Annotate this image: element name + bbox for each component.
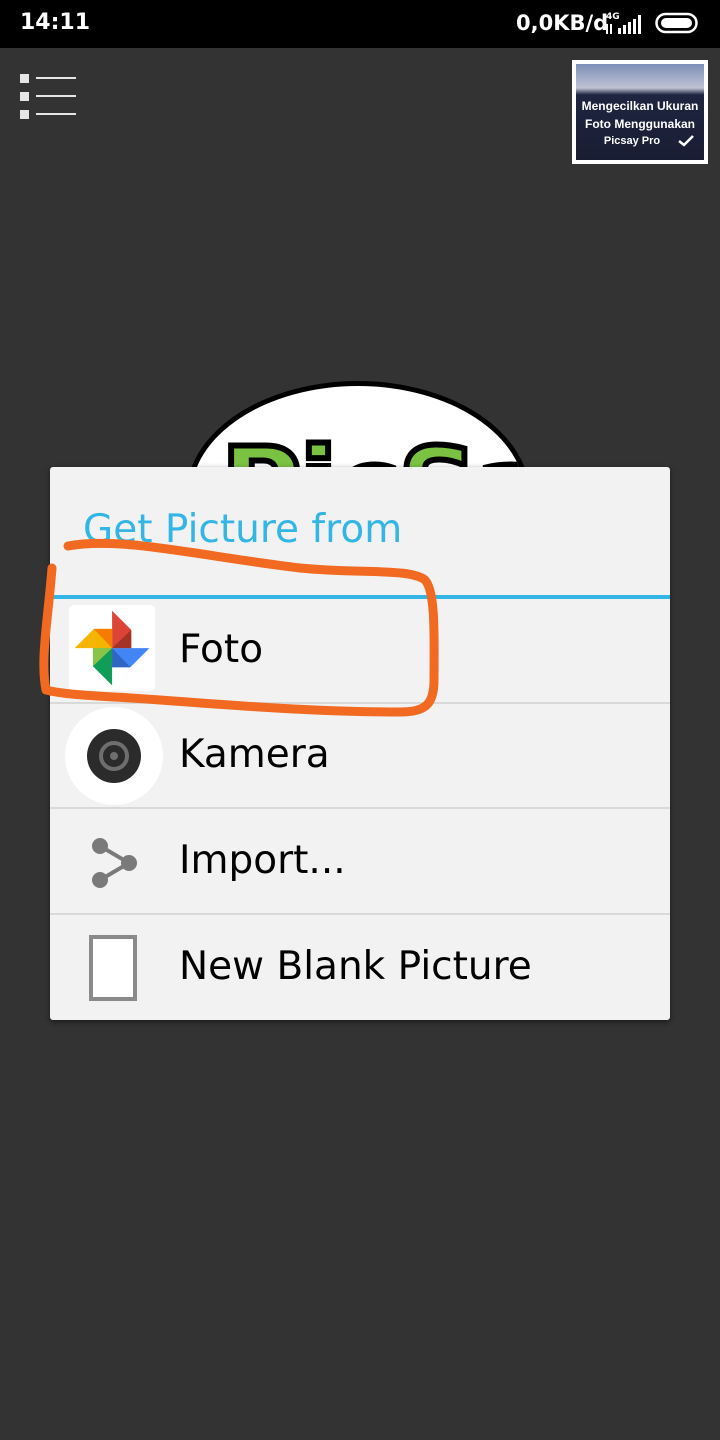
recent-picture-thumbnail[interactable]: Mengecilkan Ukuran Foto Menggunakan Pics… (572, 60, 708, 164)
share-icon (92, 838, 137, 888)
option-foto[interactable]: Foto (50, 599, 670, 704)
option-new-blank-picture[interactable]: New Blank Picture (50, 916, 670, 1020)
option-import-label: Import... (179, 838, 346, 883)
status-bar: 14:11 0,0KB/d 4G (0, 0, 720, 48)
get-picture-dialog: Get Picture from Foto Kamera Import... N… (50, 467, 670, 1020)
app-screen: 14:11 0,0KB/d 4G Mengecilkan Ukuran Foto (0, 0, 720, 1440)
dialog-title: Get Picture from (83, 507, 403, 552)
thumbnail-image: Mengecilkan Ukuran Foto Menggunakan Pics… (576, 64, 704, 160)
option-import[interactable]: Import... (50, 810, 670, 915)
option-divider (50, 807, 670, 809)
network-type: 4G (606, 12, 620, 22)
menu-list-icon[interactable] (18, 72, 78, 122)
thumbnail-line-2: Foto Menggunakan (585, 117, 695, 131)
option-kamera-label: Kamera (179, 732, 330, 777)
network-speed: 0,0KB/d (516, 11, 609, 35)
option-kamera[interactable]: Kamera (50, 704, 670, 809)
option-divider (50, 913, 670, 915)
camera-lens-icon (65, 707, 163, 805)
google-photos-pinwheel-icon (69, 605, 156, 692)
option-new-blank-picture-label: New Blank Picture (179, 944, 532, 989)
option-foto-label: Foto (179, 627, 264, 672)
blank-page-icon (89, 935, 137, 1001)
checkmark-icon (678, 135, 694, 147)
signal-icon: 4G (606, 12, 641, 34)
status-time: 14:11 (20, 10, 91, 35)
thumbnail-line-1: Mengecilkan Ukuran (581, 99, 699, 113)
battery-icon (655, 12, 698, 34)
